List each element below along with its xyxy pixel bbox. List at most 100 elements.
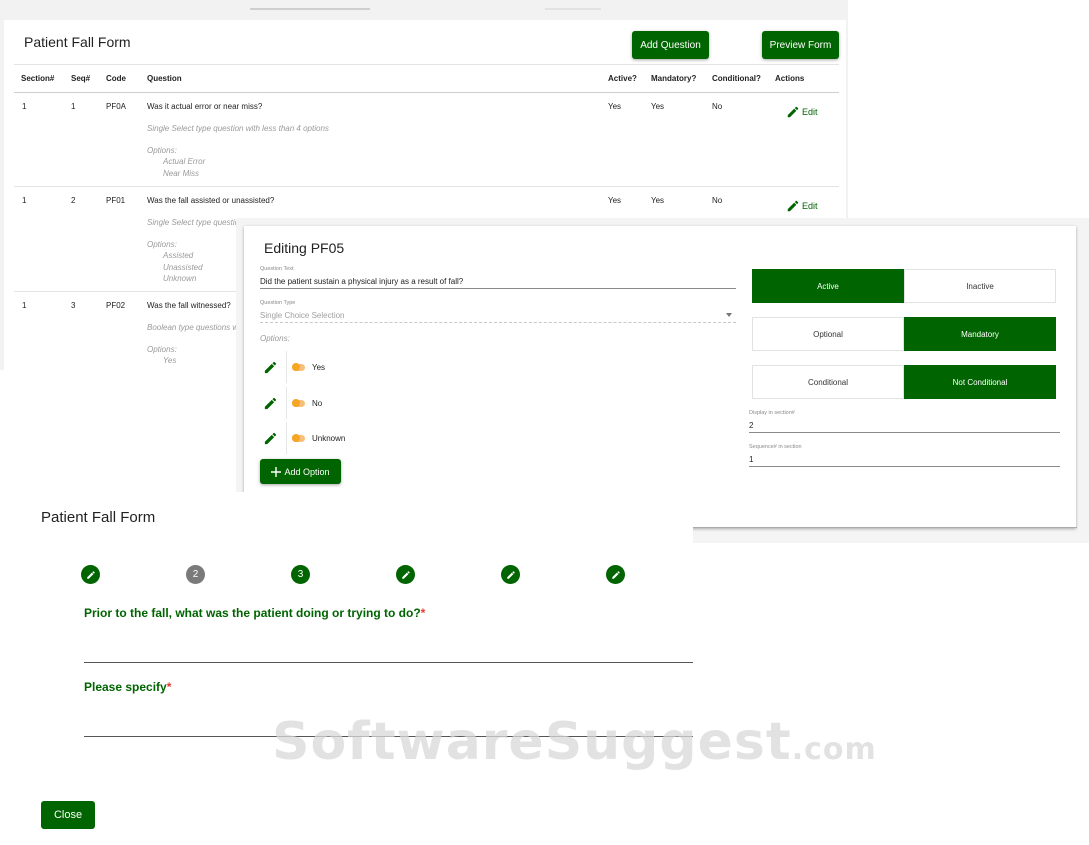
conditional-toggle-button[interactable]: Conditional	[752, 365, 904, 399]
display-section-field[interactable]: 2	[749, 421, 753, 430]
divider	[286, 387, 287, 419]
question-text-field[interactable]: Did the patient sustain a physical injur…	[260, 277, 463, 286]
column-header-actions: Actions	[775, 74, 805, 83]
pencil-icon	[264, 432, 276, 444]
display-section-underline	[749, 432, 1060, 433]
cell-active: Yes	[608, 196, 622, 205]
column-header-mandatory: Mandatory?	[651, 74, 697, 83]
step-3[interactable]: 3	[291, 565, 310, 584]
pencil-icon	[401, 570, 410, 579]
add-option-label: Add Option	[284, 466, 330, 477]
column-header-seq: Seq#	[71, 74, 91, 83]
cell-mandatory: Yes	[651, 196, 665, 205]
question-2-text: Please specify	[84, 680, 167, 694]
cell-question: Was it actual error or near miss?	[147, 102, 263, 111]
option-item: Assisted	[163, 251, 194, 260]
question-type-description: Single Select type questic	[147, 218, 239, 227]
column-header-conditional: Conditional?	[712, 74, 761, 83]
preview-title: Patient Fall Form	[41, 509, 156, 526]
chevron-down-icon[interactable]	[726, 313, 732, 317]
edit-button[interactable]: Edit	[786, 199, 818, 213]
watermark-tld: .com	[791, 732, 877, 767]
options-label: Options:	[147, 345, 177, 354]
divider	[14, 64, 839, 65]
close-button[interactable]: Close	[41, 801, 95, 829]
question-type-description: Single Select type question with less th…	[147, 124, 329, 133]
option-label: Yes	[312, 362, 326, 372]
edit-option-button[interactable]	[260, 396, 280, 411]
question-text-underline	[260, 288, 736, 289]
divider	[693, 527, 1077, 528]
step-1-edit[interactable]	[81, 565, 100, 584]
option-label: Unknown	[312, 433, 346, 443]
option-item: Actual Error	[163, 157, 206, 166]
pencil-icon	[264, 397, 276, 409]
add-question-button[interactable]: Add Question	[632, 31, 709, 59]
cell-seq: 2	[71, 196, 76, 205]
plus-icon	[271, 466, 282, 477]
inactive-toggle-button[interactable]: Inactive	[904, 269, 1056, 303]
step-2[interactable]: 2	[186, 565, 205, 584]
sequence-field[interactable]: 1	[749, 455, 753, 464]
cell-code: PF01	[106, 196, 126, 205]
cell-section: 1	[22, 196, 27, 205]
question-type-select[interactable]: Single Choice Selection	[260, 311, 345, 320]
option-item: Unknown	[163, 274, 197, 283]
cell-mandatory: Yes	[651, 102, 665, 111]
editing-title: Editing PF05	[264, 240, 345, 256]
cell-question: Was the fall witnessed?	[147, 301, 231, 310]
pencil-icon	[506, 570, 515, 579]
form-preview-panel: Patient Fall Form 2 3 Prior to the fall,…	[0, 492, 876, 845]
optional-toggle-button[interactable]: Optional	[752, 317, 904, 351]
question-1-text: Prior to the fall, what was the patient …	[84, 606, 421, 620]
pencil-icon	[86, 570, 95, 579]
display-section-label: Display in section#	[749, 410, 795, 416]
active-toggle-button[interactable]: Active	[752, 269, 904, 303]
cell-seq: 3	[71, 301, 76, 310]
sequence-label: Sequence# in section	[749, 444, 802, 450]
option-toggle[interactable]	[292, 362, 305, 371]
column-header-section: Section#	[21, 74, 55, 83]
edit-option-button[interactable]	[260, 360, 280, 375]
question-type-underline	[260, 322, 736, 323]
option-toggle[interactable]	[292, 398, 305, 407]
pencil-icon	[787, 106, 799, 118]
edit-label: Edit	[802, 107, 818, 117]
header-divider	[14, 92, 839, 93]
column-header-active: Active?	[608, 74, 637, 83]
option-row: Unknown	[260, 422, 346, 454]
pencil-icon	[611, 570, 620, 579]
watermark: SoftwareSuggest.com	[272, 712, 877, 772]
cell-section: 1	[22, 301, 27, 310]
edit-button[interactable]: Edit	[786, 105, 818, 119]
mandatory-toggle-button[interactable]: Mandatory	[904, 317, 1056, 351]
option-row: Yes	[260, 351, 326, 383]
option-item: Near Miss	[163, 169, 200, 178]
step-6-edit[interactable]	[606, 565, 625, 584]
top-tab-indicator	[250, 8, 370, 10]
option-item: Unassisted	[163, 263, 203, 272]
edit-option-button[interactable]	[260, 431, 280, 446]
option-row: No	[260, 387, 323, 419]
cell-question: Was the fall assisted or unassisted?	[147, 196, 275, 205]
question-type-description: Boolean type questions w	[147, 323, 239, 332]
question-type-label: Question Type	[260, 300, 296, 306]
question-1-input[interactable]	[84, 662, 693, 663]
option-toggle[interactable]	[292, 433, 305, 442]
column-header-question: Question	[147, 74, 182, 83]
option-label: No	[312, 398, 323, 408]
add-option-button[interactable]: Add Option	[260, 459, 341, 484]
sequence-underline	[749, 466, 1060, 467]
top-tab-indicator-secondary	[545, 8, 601, 10]
preview-form-button[interactable]: Preview Form	[762, 31, 839, 59]
required-mark: *	[420, 606, 426, 620]
pencil-icon	[787, 200, 799, 212]
step-4-edit[interactable]	[396, 565, 415, 584]
edit-label: Edit	[802, 201, 818, 211]
question-text-label: Question Text	[260, 266, 294, 272]
options-label: Options:	[260, 334, 290, 343]
not-conditional-toggle-button[interactable]: Not Conditional	[904, 365, 1056, 399]
step-5-edit[interactable]	[501, 565, 520, 584]
options-label: Options:	[147, 240, 177, 249]
pencil-icon	[264, 361, 276, 373]
